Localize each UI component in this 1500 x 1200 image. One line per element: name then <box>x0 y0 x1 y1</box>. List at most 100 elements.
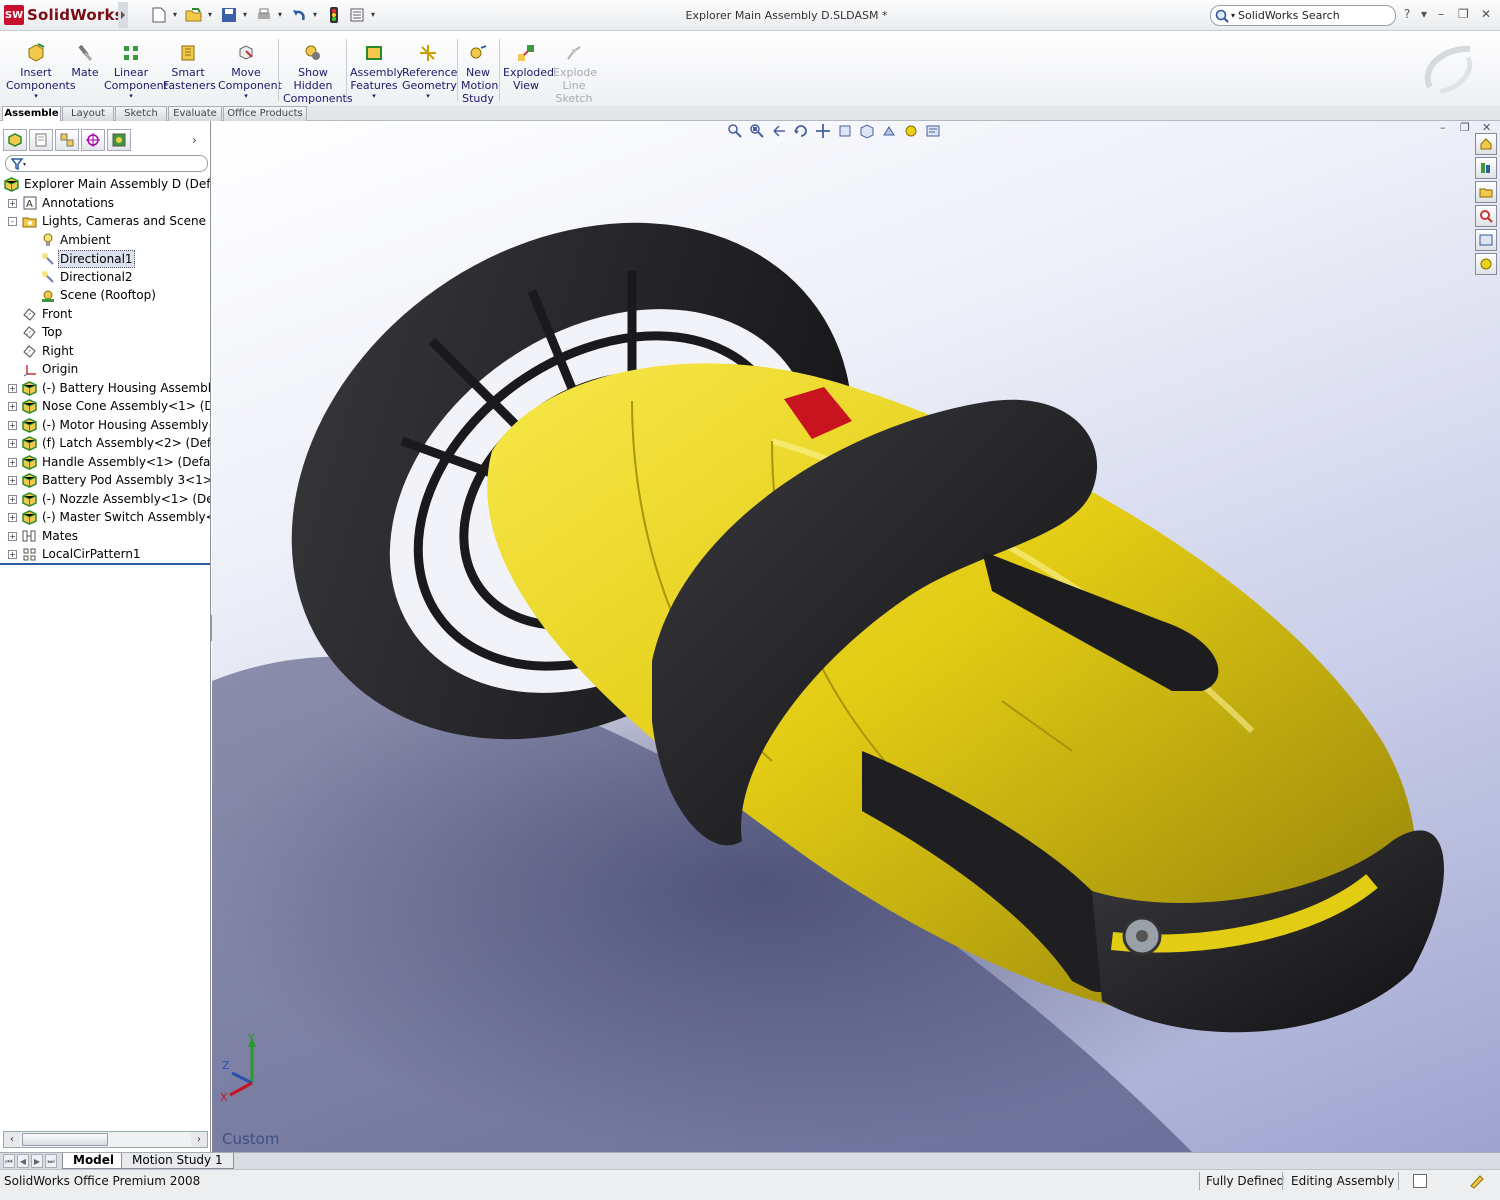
mate-button[interactable]: Mate <box>70 43 100 79</box>
expand-node-icon[interactable]: + <box>8 550 17 559</box>
tab-model[interactable]: Model <box>62 1153 126 1169</box>
first-tab-icon[interactable]: ⏮ <box>3 1154 15 1168</box>
tree-item[interactable]: + A Annotations <box>0 194 210 213</box>
tab-motion-study-1[interactable]: Motion Study 1 <box>121 1153 234 1169</box>
expand-node-icon[interactable]: + <box>8 494 17 504</box>
tree-item[interactable]: - Lights, Cameras and Scene <box>0 212 210 231</box>
expand-node-icon[interactable]: + <box>8 439 17 448</box>
tree-item[interactable]: + LocalCirPattern1 <box>0 545 210 564</box>
expand-node-icon[interactable]: + <box>8 383 17 393</box>
expand-node-icon[interactable]: + <box>8 198 17 208</box>
tree-item[interactable]: + Handle Assembly<1> (Default< <box>0 453 210 472</box>
assembly-features-button[interactable]: Assembly Features ▾ <box>350 43 403 100</box>
tree-root-assembly[interactable]: Explorer Main Assembly D (Default <box>0 175 210 194</box>
rebuild-pencil-icon[interactable] <box>1468 1173 1486 1189</box>
appearances-scenes-icon[interactable] <box>1475 253 1497 275</box>
tab-assemble[interactable]: Assemble <box>2 106 61 121</box>
tab-sketch[interactable]: Sketch <box>115 106 167 121</box>
zoom-to-area-icon[interactable] <box>749 123 765 139</box>
tree-item[interactable]: + Battery Pod Assembly 3<1> (D <box>0 471 210 490</box>
rotate-view-icon[interactable] <box>793 123 809 139</box>
hide-show-items-icon[interactable] <box>903 123 919 139</box>
next-tab-icon[interactable]: ▶ <box>31 1154 43 1168</box>
tree-item[interactable]: Origin <box>0 360 210 379</box>
tree-item[interactable]: + (f) Latch Assembly<2> (Default <box>0 434 210 453</box>
tree-item[interactable]: Ambient <box>0 231 210 250</box>
prev-tab-icon[interactable]: ◀ <box>17 1154 29 1168</box>
previous-view-icon[interactable] <box>771 123 787 139</box>
tree-item[interactable]: + (-) Nozzle Assembly<1> (Defau <box>0 490 210 509</box>
close-icon[interactable]: ✕ <box>1481 7 1491 21</box>
linear-component-pattern-button[interactable]: Linear Component ▾ <box>104 43 168 100</box>
viewport-minimize-icon[interactable]: – <box>1440 121 1446 134</box>
tree-item[interactable]: Top <box>0 323 210 342</box>
scrollbar-thumb[interactable] <box>22 1133 108 1146</box>
property-manager-tab-icon[interactable] <box>29 129 53 151</box>
tree-item[interactable]: Front <box>0 305 210 324</box>
tree-item[interactable]: Scene (Rooftop) <box>0 286 210 305</box>
exploded-view-button[interactable]: Exploded View <box>503 43 554 92</box>
standard-views-icon[interactable] <box>837 123 853 139</box>
display-manager-tab-icon[interactable] <box>107 129 131 151</box>
explode-line-sketch-button[interactable]: Explode Line Sketch <box>553 43 597 105</box>
feature-manager-tab-icon[interactable] <box>3 129 27 151</box>
tree-item[interactable]: Directional1 <box>0 249 210 268</box>
smart-fasteners-button[interactable]: Smart Fasteners <box>163 43 216 92</box>
tree-item[interactable]: + (-) Battery Housing Assembly<1 <box>0 379 210 398</box>
minimize-icon[interactable]: – <box>1438 7 1444 21</box>
tree-item[interactable]: + Nose Cone Assembly<1> (Defa <box>0 397 210 416</box>
linear-component-dropdown-icon[interactable]: ▾ <box>104 92 158 100</box>
new-motion-study-button[interactable]: New Motion Study <box>461 43 498 105</box>
tree-item[interactable]: Right <box>0 342 210 361</box>
view-orientation-icon[interactable] <box>859 123 875 139</box>
graphics-area[interactable]: – ❐ ✕ Z Y X Custom <box>212 121 1500 1152</box>
search-results-icon[interactable] <box>1475 205 1497 227</box>
assembly-features-dropdown-icon[interactable]: ▾ <box>350 92 398 100</box>
quick-tips-toggle[interactable] <box>1413 1174 1427 1188</box>
tab-layout[interactable]: Layout <box>62 106 114 121</box>
tab-evaluate[interactable]: Evaluate <box>168 106 222 121</box>
expand-node-icon[interactable]: + <box>8 513 17 522</box>
search-scope-dropdown-icon[interactable]: ▾ <box>1231 11 1235 20</box>
configuration-manager-tab-icon[interactable] <box>55 129 79 151</box>
design-library-icon[interactable] <box>1475 157 1497 179</box>
last-tab-icon[interactable]: ⏭ <box>45 1154 57 1168</box>
zoom-to-fit-icon[interactable] <box>727 123 743 139</box>
display-style-icon[interactable] <box>881 123 897 139</box>
expand-node-icon[interactable]: + <box>8 402 17 411</box>
expand-node-icon[interactable]: + <box>8 476 17 485</box>
help-dropdown-icon[interactable]: ▾ <box>1421 7 1427 21</box>
file-explorer-icon[interactable] <box>1475 181 1497 203</box>
tree-filter-input[interactable] <box>5 155 208 172</box>
tree-item[interactable]: Directional2 <box>0 268 210 287</box>
scroll-right-icon[interactable]: › <box>191 1132 207 1147</box>
dimxpert-manager-tab-icon[interactable] <box>81 129 105 151</box>
solidworks-resources-icon[interactable] <box>1475 133 1497 155</box>
tree-item[interactable]: + Mates <box>0 527 210 546</box>
restore-icon[interactable]: ❐ <box>1458 7 1469 21</box>
tab-office-products[interactable]: Office Products <box>223 106 307 121</box>
reference-geometry-dropdown-icon[interactable]: ▾ <box>402 92 454 100</box>
expand-node-icon[interactable]: + <box>8 531 17 541</box>
tree-item[interactable]: + (-) Motor Housing Assembly<1: <box>0 416 210 435</box>
reference-geometry-button[interactable]: Reference Geometry ▾ <box>402 43 457 100</box>
sea-scooter-3d-model[interactable] <box>212 121 1500 1152</box>
insert-components-dropdown-icon[interactable]: ▾ <box>6 92 66 100</box>
show-hidden-components-button[interactable]: Show Hidden Components <box>283 43 353 105</box>
pan-view-icon[interactable] <box>815 123 831 139</box>
move-component-dropdown-icon[interactable]: ▾ <box>218 92 274 100</box>
help-icon[interactable]: ? <box>1404 7 1410 21</box>
view-settings-icon[interactable] <box>925 123 941 139</box>
tree-horizontal-scrollbar[interactable]: ‹ › <box>3 1131 208 1148</box>
solidworks-search-box[interactable]: ▾ SolidWorks Search <box>1210 5 1396 26</box>
collapse-node-icon[interactable]: - <box>8 217 17 226</box>
move-component-button[interactable]: Move Component ▾ <box>218 43 282 100</box>
expand-node-icon[interactable]: + <box>8 457 17 467</box>
view-palette-icon[interactable] <box>1475 229 1497 251</box>
tree-item[interactable]: + (-) Master Switch Assembly<1: <box>0 508 210 527</box>
chevron-right-icon[interactable]: › <box>192 133 197 147</box>
scroll-left-icon[interactable]: ‹ <box>4 1132 20 1147</box>
insert-components-button[interactable]: Insert Components ▾ <box>6 43 76 100</box>
expand-node-icon[interactable]: + <box>8 420 17 430</box>
viewport-restore-icon[interactable]: ❐ <box>1460 121 1470 134</box>
